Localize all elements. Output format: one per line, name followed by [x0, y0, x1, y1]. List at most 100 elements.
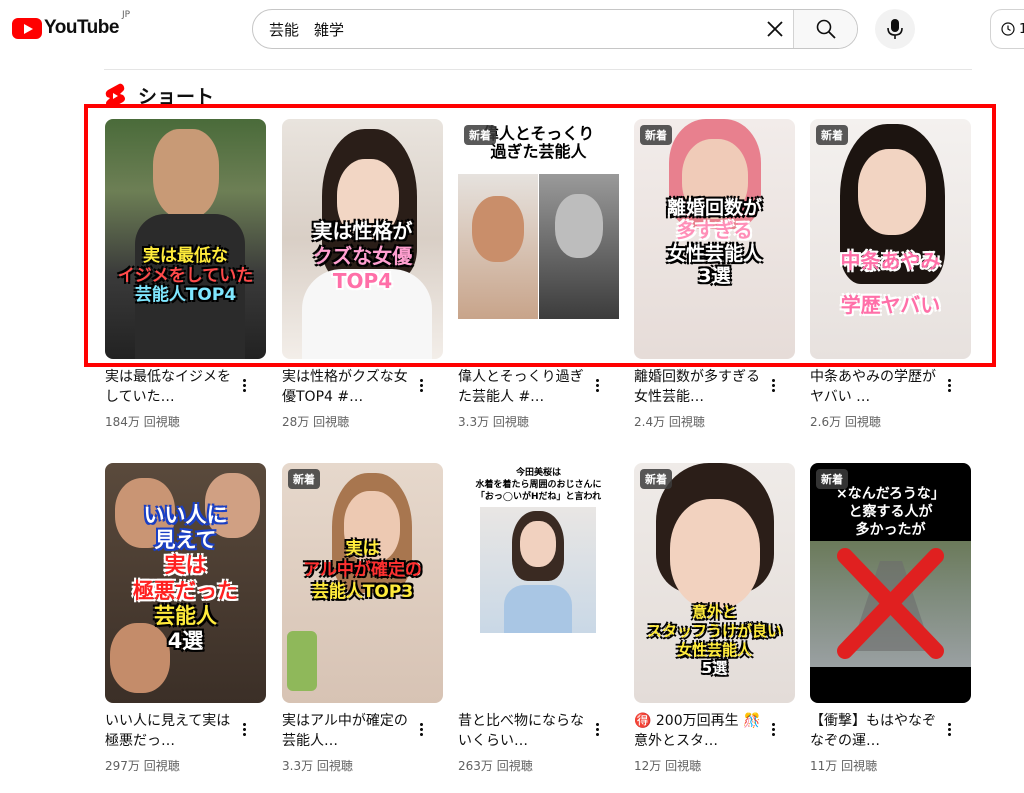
history-button[interactable]: 1: [990, 9, 1024, 49]
more-options-icon[interactable]: [589, 719, 605, 739]
short-title[interactable]: 実は性格がクズな女優TOP4 #…: [282, 367, 416, 407]
road-photo: [810, 541, 971, 667]
short-card[interactable]: 新着 離婚回数が 多すぎる 女性芸能人 3選 離婚回数が多すぎる女性芸能… 2.…: [634, 119, 795, 430]
new-badge: 新着: [640, 125, 672, 145]
short-card[interactable]: 新着 中条あやみ 学歴ヤバい 中条あやみの学歴がヤバい … 2.6万 回視聴: [810, 119, 971, 430]
short-title[interactable]: 実はアル中が確定の芸能人…: [282, 711, 416, 751]
short-thumbnail[interactable]: 新着 離婚回数が 多すぎる 女性芸能人 3選: [634, 119, 795, 359]
view-count: 263万 回視聴: [458, 759, 533, 773]
short-thumbnail[interactable]: 今田美桜は 水着を着たら周囲のおじさんに 「おっ◯いがHだね」と言われ: [458, 463, 619, 703]
region-label: JP: [122, 10, 131, 20]
thumb-caption: 多かったが: [855, 522, 926, 539]
thumb-caption: と察する人が: [848, 504, 933, 521]
photo-left: [458, 174, 538, 319]
red-x-icon: [837, 548, 944, 659]
view-count: 184万 回視聴: [105, 415, 180, 429]
search-button[interactable]: [793, 10, 857, 48]
voice-search-button[interactable]: [875, 9, 915, 49]
thumb-caption: 5選: [701, 659, 728, 678]
thumb-caption: 極悪だった: [133, 578, 238, 603]
short-card[interactable]: いい人に 見えて 実は 極悪だった 芸能人 4選 いい人に見えて実は極悪だっ… …: [105, 463, 266, 774]
short-title[interactable]: 昔と比べ物にならないくらい…: [458, 711, 592, 751]
short-title[interactable]: 離婚回数が多すぎる女性芸能…: [634, 367, 768, 407]
face-shape: [472, 196, 524, 262]
microphone-icon: [887, 19, 903, 39]
thumb-caption: 女性芸能人: [666, 242, 762, 265]
search-input[interactable]: [253, 10, 757, 48]
thumb-caption: クズな女優: [312, 244, 413, 268]
new-badge: 新着: [288, 469, 320, 489]
face-shape: [555, 194, 603, 258]
new-badge: 新着: [816, 125, 848, 145]
short-card[interactable]: 新着 実は アル中が確定の 芸能人TOP3 実はアル中が確定の芸能人… 3.3万…: [282, 463, 443, 774]
new-badge: 新着: [464, 125, 496, 145]
can-shape: [287, 631, 317, 691]
thumb-caption: 芸能人TOP3: [311, 581, 414, 602]
thumb-caption: 過ぎた芸能人: [490, 142, 587, 162]
thumb-caption: 多すぎる: [676, 219, 753, 242]
short-thumbnail[interactable]: 新着 実は アル中が確定の 芸能人TOP3: [282, 463, 443, 703]
view-count: 12万 回視聴: [634, 759, 702, 773]
logo-text: YouTube: [44, 17, 119, 38]
short-card[interactable]: ×なんだろうな」 と察する人が 多かったが 新着 【衝撃】もはやなぞなぞの運… …: [810, 463, 971, 774]
swimsuit-shape: [504, 585, 572, 633]
thumb-caption: 芸能人: [154, 603, 217, 628]
short-card[interactable]: 今田美桜は 水着を着たら周囲のおじさんに 「おっ◯いがHだね」と言われ 昔と比べ…: [458, 463, 619, 774]
more-options-icon[interactable]: [765, 719, 781, 739]
header-divider: [104, 69, 972, 70]
clear-search-button[interactable]: [757, 10, 793, 48]
short-card[interactable]: 実は最低な イジメをしていた 芸能人TOP4 実は最低なイジメをしていた… 18…: [105, 119, 266, 430]
thumb-caption: 「おっ◯いがHだね」と言われ: [475, 492, 602, 503]
face-shape: [670, 499, 760, 609]
short-thumbnail[interactable]: 実は最低な イジメをしていた 芸能人TOP4: [105, 119, 266, 359]
short-title[interactable]: 中条あやみの学歴がヤバい …: [810, 367, 944, 407]
thumb-caption: 3選: [698, 265, 731, 288]
more-options-icon[interactable]: [589, 375, 605, 395]
thumb-caption: 中条あやみ: [840, 249, 941, 273]
thumb-caption: 今田美桜は: [515, 468, 561, 478]
more-options-icon[interactable]: [413, 375, 429, 395]
close-icon: [767, 21, 783, 37]
photo-right: [539, 174, 619, 319]
face-shape: [858, 149, 926, 235]
thumb-caption: スタッフうけが良い: [646, 621, 782, 640]
view-count: 11万 回視聴: [810, 759, 878, 773]
youtube-logo[interactable]: YouTube JP: [12, 10, 130, 39]
thumb-caption: いい人に: [143, 503, 228, 527]
short-thumbnail[interactable]: 偉人とそっくり 過ぎた芸能人 新着: [458, 119, 619, 359]
short-thumbnail[interactable]: 新着 中条あやみ 学歴ヤバい: [810, 119, 971, 359]
thumb-caption: 実は: [345, 539, 380, 559]
more-options-icon[interactable]: [236, 719, 252, 739]
more-options-icon[interactable]: [941, 719, 957, 739]
more-options-icon[interactable]: [941, 375, 957, 395]
view-count: 2.4万 回視聴: [634, 415, 705, 429]
view-count: 3.3万 回視聴: [282, 759, 353, 773]
thumb-caption: 4選: [167, 628, 204, 653]
youtube-play-icon: [12, 17, 42, 39]
short-thumbnail[interactable]: 新着 意外と スタッフうけが良い 女性芸能人 5選: [634, 463, 795, 703]
thumb-caption: イジメをしていた: [117, 265, 254, 286]
short-title[interactable]: 実は最低なイジメをしていた…: [105, 367, 239, 407]
more-options-icon[interactable]: [236, 375, 252, 395]
short-title[interactable]: 【衝撃】もはやなぞなぞの運…: [810, 711, 944, 751]
search-icon: [816, 19, 836, 39]
shorts-icon: [105, 83, 125, 108]
short-card[interactable]: 実は性格が クズな女優 TOP4 実は性格がクズな女優TOP4 #… 28万 回…: [282, 119, 443, 430]
short-thumbnail[interactable]: 実は性格が クズな女優 TOP4: [282, 119, 443, 359]
short-title[interactable]: 偉人とそっくり過ぎた芸能人 #…: [458, 367, 592, 407]
thumb-caption: 離婚回数が: [666, 197, 762, 219]
short-card[interactable]: 新着 意外と スタッフうけが良い 女性芸能人 5選 🉐 200万回再生 🎊 意外…: [634, 463, 795, 774]
view-count: 28万 回視聴: [282, 415, 350, 429]
thumb-caption: 水着を着たら周囲のおじさんに: [475, 480, 602, 491]
more-options-icon[interactable]: [413, 719, 429, 739]
short-title[interactable]: いい人に見えて実は極悪だっ…: [105, 711, 239, 751]
history-label: 1: [1019, 21, 1024, 37]
new-badge: 新着: [816, 469, 848, 489]
short-card[interactable]: 偉人とそっくり 過ぎた芸能人 新着 偉人とそっくり過ぎた芸能人 #… 3.3万 …: [458, 119, 619, 430]
face-shape: [153, 129, 219, 219]
more-options-icon[interactable]: [765, 375, 781, 395]
short-thumbnail[interactable]: ×なんだろうな」 と察する人が 多かったが 新着: [810, 463, 971, 703]
short-thumbnail[interactable]: いい人に 見えて 実は 極悪だった 芸能人 4選: [105, 463, 266, 703]
thumb-caption: アル中が確定の: [303, 560, 422, 581]
short-title[interactable]: 🉐 200万回再生 🎊 意外とスタ…: [634, 711, 768, 751]
